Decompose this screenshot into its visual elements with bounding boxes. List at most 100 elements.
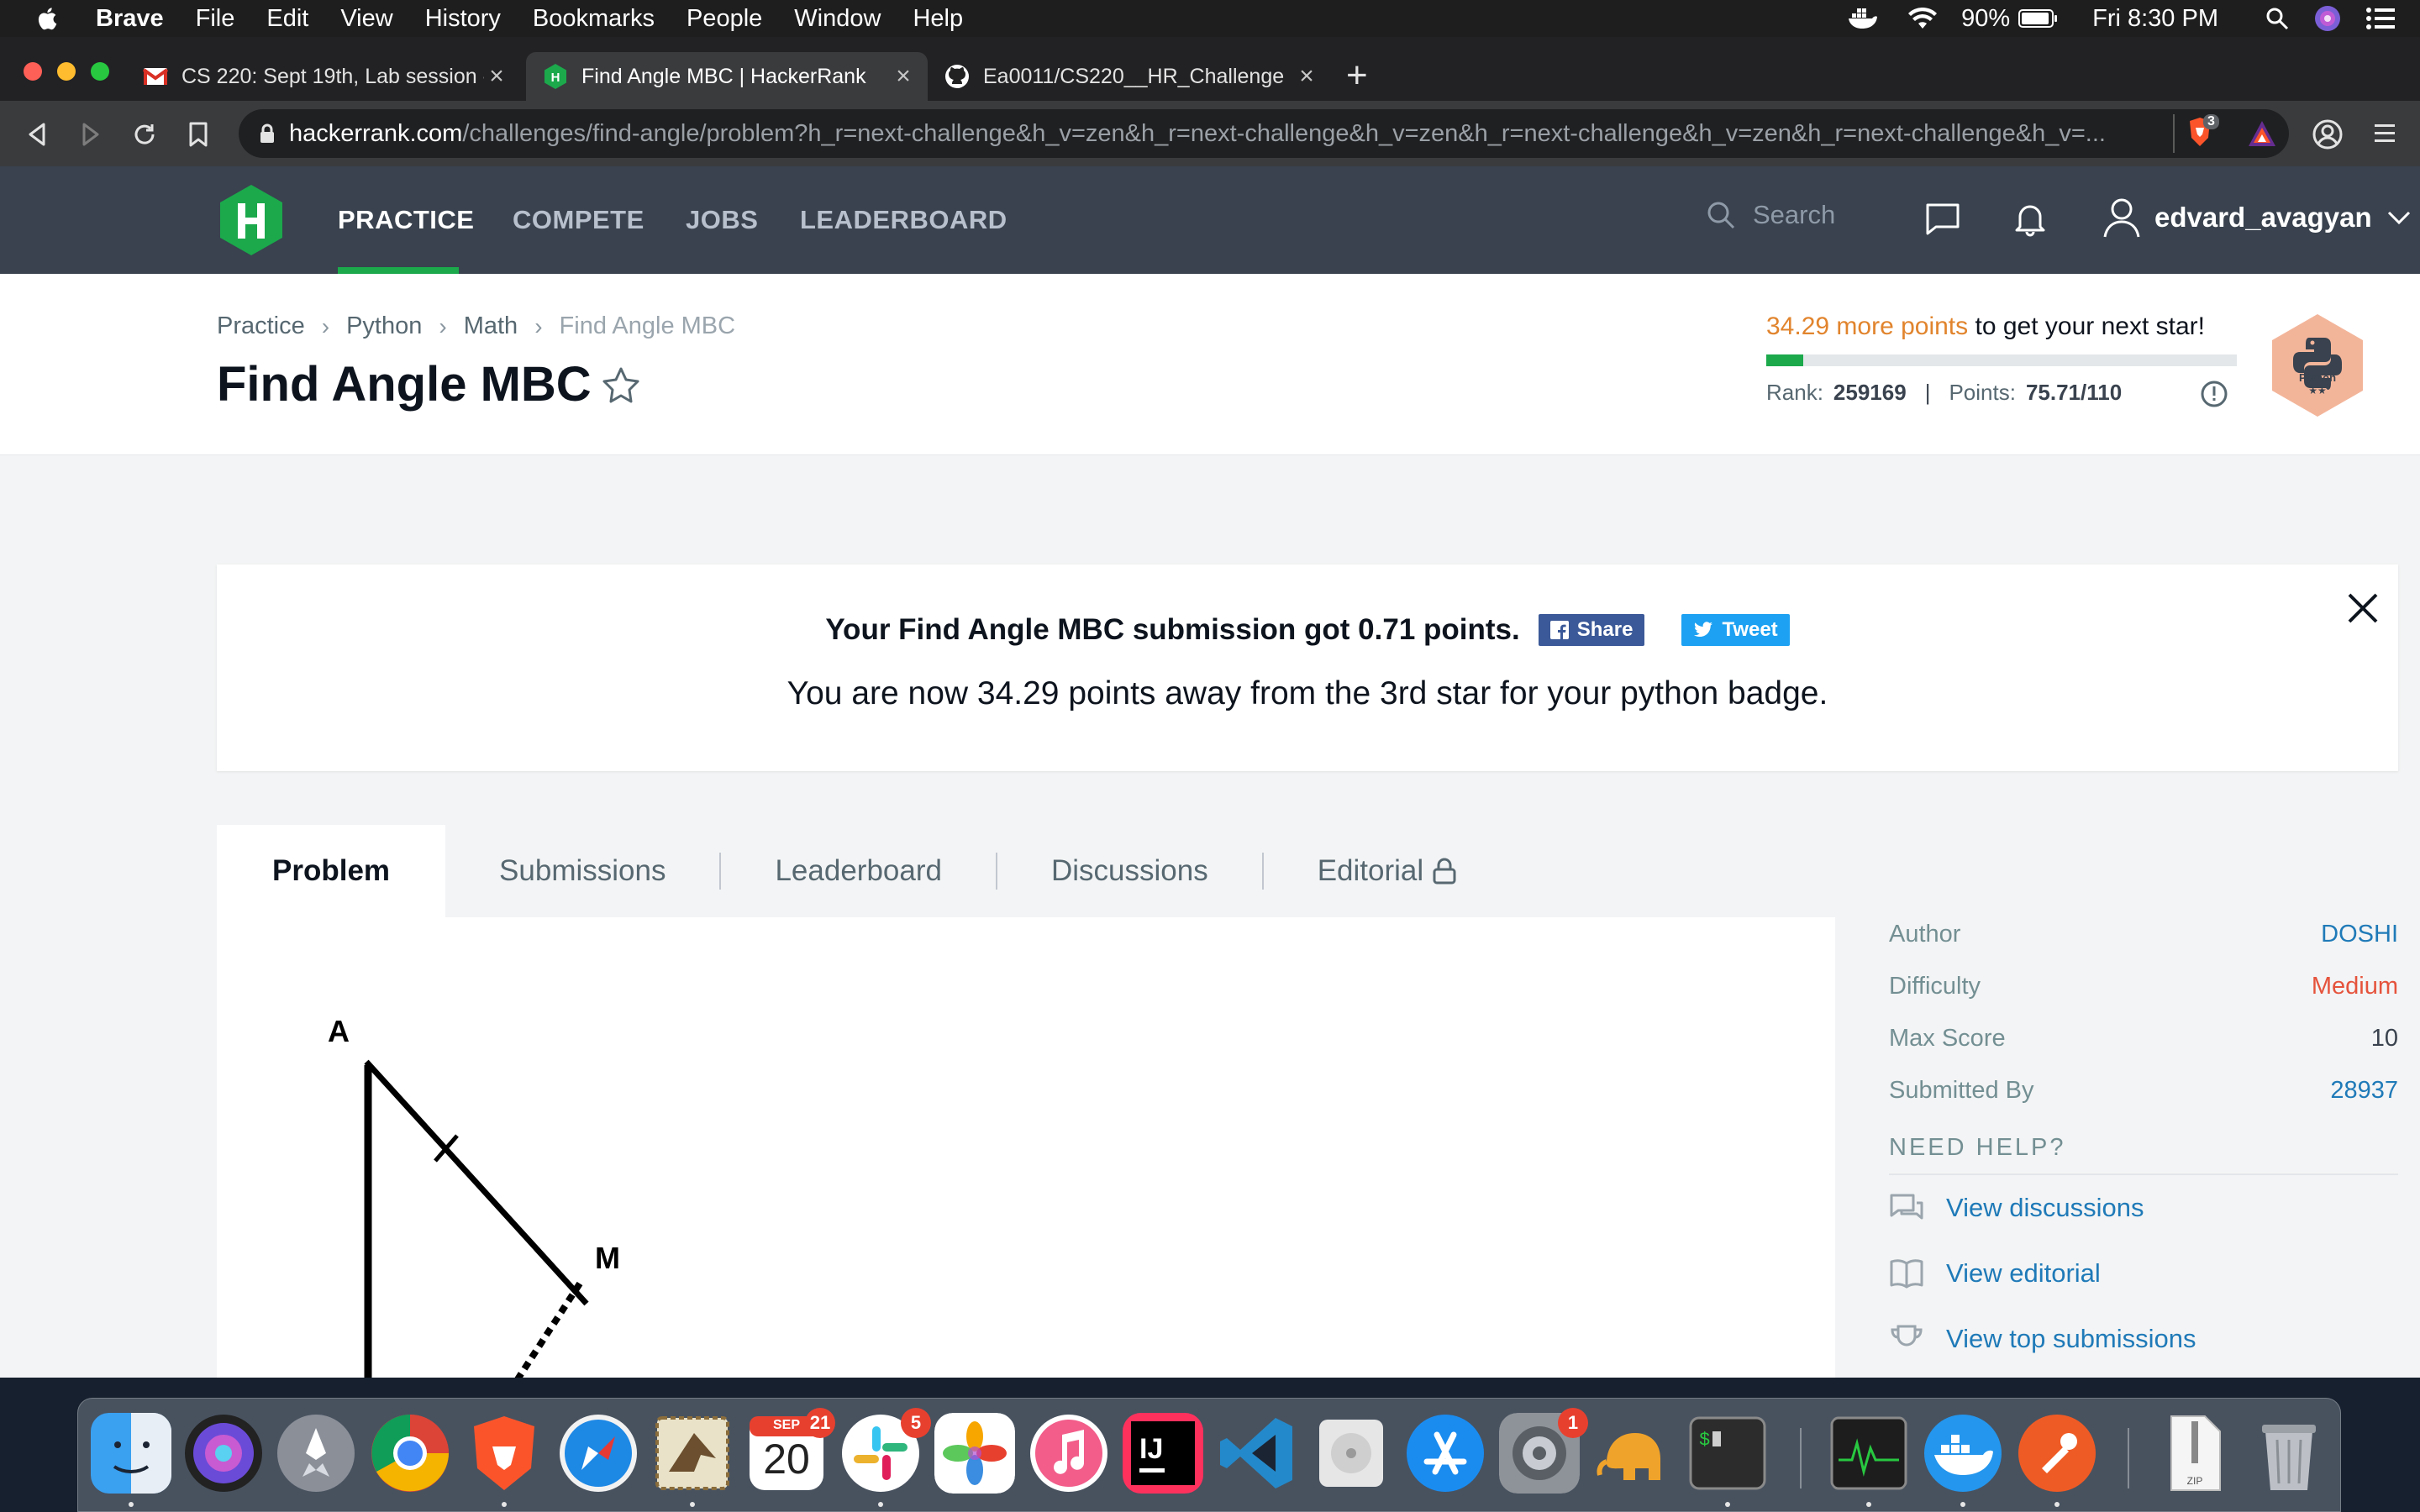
- menu-edit[interactable]: Edit: [266, 5, 308, 33]
- tab-editorial[interactable]: Editorial: [1264, 825, 1511, 917]
- menu-bookmarks[interactable]: Bookmarks: [533, 5, 655, 33]
- window-close-button[interactable]: [24, 62, 42, 81]
- window-zoom-button[interactable]: [91, 62, 109, 81]
- page-content: Practice › Python › Math › Find Angle MB…: [0, 274, 2420, 1378]
- user-menu[interactable]: edvard_avagyan: [2102, 197, 2420, 239]
- brave-shields-icon[interactable]: 3: [2186, 114, 2220, 153]
- menu-icon[interactable]: [2373, 121, 2396, 146]
- messages-icon[interactable]: [1924, 200, 1961, 237]
- submitted-by-link[interactable]: 28937: [2330, 1077, 2398, 1105]
- slack-badge: 5: [901, 1408, 931, 1438]
- notification-center-icon[interactable]: [2366, 8, 2395, 29]
- battery-icon[interactable]: [2018, 8, 2059, 29]
- breadcrumb-math[interactable]: Math: [464, 312, 518, 340]
- tab-discussions[interactable]: Discussions: [997, 825, 1262, 917]
- notifications-bell-icon[interactable]: [2012, 200, 2049, 237]
- chrome-icon[interactable]: [370, 1413, 450, 1494]
- svg-text:H: H: [551, 71, 560, 85]
- menu-view[interactable]: View: [340, 5, 392, 33]
- clock[interactable]: Fri 8:30 PM: [2092, 5, 2218, 33]
- max-score-value: 10: [2370, 1025, 2398, 1052]
- tab-close-icon[interactable]: ×: [1294, 64, 1319, 89]
- search-input[interactable]: Search: [1706, 200, 1835, 230]
- photos-icon[interactable]: [934, 1413, 1015, 1494]
- intellij-icon[interactable]: IJ: [1123, 1413, 1203, 1494]
- menu-window[interactable]: Window: [794, 5, 881, 33]
- python-badge[interactable]: Python ★★: [2269, 312, 2366, 418]
- brave-icon[interactable]: [464, 1413, 544, 1494]
- running-indicator: [878, 1502, 883, 1507]
- app-store-icon[interactable]: [1405, 1413, 1486, 1494]
- system-preferences-badge: 1: [1558, 1408, 1588, 1438]
- facebook-share-button[interactable]: Share: [1538, 614, 1645, 646]
- macos-menubar: Brave File Edit View History Bookmarks P…: [0, 0, 2420, 37]
- menu-file[interactable]: File: [196, 5, 235, 33]
- disk-utility-icon[interactable]: [1311, 1413, 1392, 1494]
- siri-dock-icon[interactable]: [183, 1413, 264, 1494]
- nav-jobs[interactable]: JOBS: [686, 205, 758, 235]
- brave-rewards-icon[interactable]: [2247, 119, 2277, 150]
- finder-icon[interactable]: [91, 1413, 171, 1494]
- trash-icon[interactable]: [2249, 1413, 2329, 1494]
- terminal-icon[interactable]: $: [1687, 1413, 1768, 1494]
- view-discussions-label: View discussions: [1946, 1193, 2144, 1222]
- itunes-icon[interactable]: [1028, 1413, 1109, 1494]
- new-tab-button[interactable]: +: [1346, 57, 1368, 94]
- breadcrumb-python[interactable]: Python: [346, 312, 422, 340]
- max-score-row: Max Score 10: [1889, 1016, 2398, 1068]
- battery-percentage[interactable]: 90%: [1961, 5, 2010, 33]
- problem-statement: A M: [217, 917, 1835, 1378]
- tab-problem[interactable]: Problem: [217, 825, 446, 917]
- apple-icon[interactable]: [35, 6, 57, 31]
- launchpad-icon[interactable]: [276, 1413, 356, 1494]
- safari-icon[interactable]: [558, 1413, 639, 1494]
- vscode-icon[interactable]: [1217, 1413, 1297, 1494]
- nav-practice[interactable]: PRACTICE: [338, 205, 474, 235]
- tab-close-icon[interactable]: ×: [484, 64, 509, 89]
- tab-close-icon[interactable]: ×: [891, 64, 916, 89]
- profile-icon[interactable]: [2312, 119, 2343, 150]
- tableplus-elephant-icon[interactable]: [1593, 1413, 1674, 1494]
- badge-label: Python: [2298, 371, 2337, 384]
- window-minimize-button[interactable]: [57, 62, 76, 81]
- spotlight-icon[interactable]: [2265, 7, 2289, 30]
- browser-tab-github[interactable]: Ea0011/CS220__HR_Challenge ×: [928, 52, 1331, 101]
- bookmark-icon[interactable]: [183, 119, 213, 150]
- postman-icon[interactable]: [2017, 1413, 2097, 1494]
- author-link[interactable]: DOSHI: [2321, 921, 2398, 948]
- close-banner-icon[interactable]: [2344, 590, 2381, 627]
- menu-app-name[interactable]: Brave: [96, 5, 164, 33]
- mail-eagle-icon[interactable]: [652, 1413, 733, 1494]
- wifi-icon[interactable]: [1907, 7, 1938, 30]
- submission-message: Your Find Angle MBC submission got 0.71 …: [825, 613, 1520, 646]
- forward-icon[interactable]: [76, 119, 106, 150]
- menu-people[interactable]: People: [687, 5, 762, 33]
- submitted-by-row: Submitted By 28937: [1889, 1068, 2398, 1121]
- activity-monitor-icon[interactable]: [1828, 1413, 1909, 1494]
- view-discussions-link[interactable]: View discussions: [1889, 1175, 2398, 1241]
- hackerrank-logo[interactable]: [217, 183, 286, 257]
- docker-icon[interactable]: [1923, 1413, 2003, 1494]
- view-top-submissions-link[interactable]: View top submissions: [1889, 1306, 2398, 1372]
- breadcrumb-practice[interactable]: Practice: [217, 312, 305, 340]
- address-bar[interactable]: hackerrank.com /challenges/find-angle/pr…: [239, 109, 2289, 158]
- next-star-message: 34.29 more points to get your next star!: [1766, 312, 2205, 341]
- menu-help[interactable]: Help: [913, 5, 963, 33]
- nav-compete[interactable]: COMPETE: [513, 205, 644, 235]
- menu-history[interactable]: History: [425, 5, 501, 33]
- facebook-icon: [1549, 621, 1569, 639]
- tweet-button[interactable]: Tweet: [1681, 614, 1790, 646]
- tab-submissions[interactable]: Submissions: [445, 825, 719, 917]
- docker-status-icon[interactable]: [1847, 7, 1879, 30]
- tab-leaderboard[interactable]: Leaderboard: [721, 825, 996, 917]
- star-bookmark-icon[interactable]: [602, 366, 640, 405]
- reload-icon[interactable]: [129, 119, 160, 150]
- back-icon[interactable]: [22, 119, 52, 150]
- browser-tab-gmail[interactable]: CS 220: Sept 19th, Lab session - ×: [126, 52, 521, 101]
- star-progress-bar: [1766, 354, 2237, 366]
- info-icon[interactable]: [2200, 380, 2228, 408]
- browser-tab-hackerrank[interactable]: H Find Angle MBC | HackerRank ×: [526, 52, 928, 101]
- nav-leaderboard[interactable]: LEADERBOARD: [800, 205, 1007, 235]
- siri-icon[interactable]: [2314, 5, 2341, 32]
- view-editorial-link[interactable]: View editorial: [1889, 1241, 2398, 1306]
